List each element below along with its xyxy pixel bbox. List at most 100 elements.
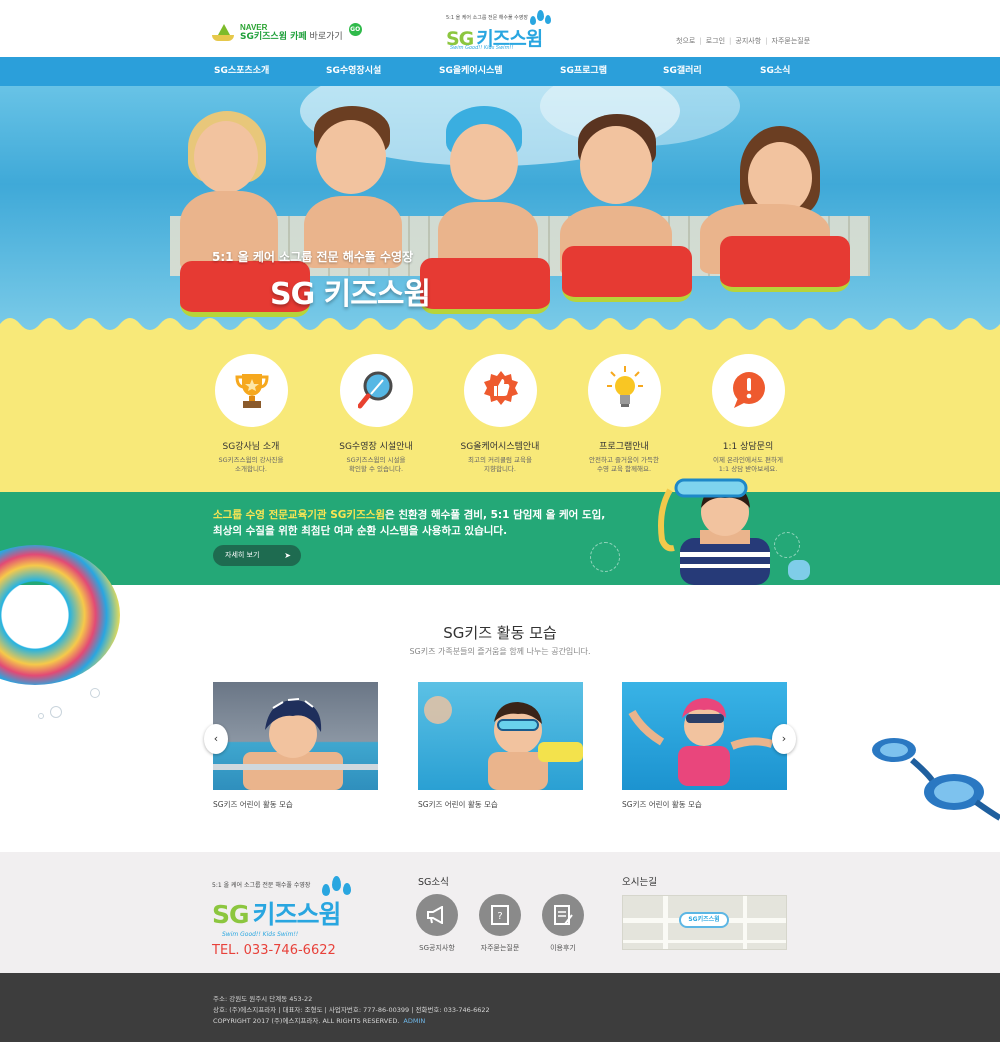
nav-item-sports-intro[interactable]: SG스포츠소개 <box>214 57 269 86</box>
kickboard <box>562 246 692 302</box>
naver-cafe-link[interactable]: NAVER SG키즈스윔 카페 바로가기 GO <box>212 22 362 42</box>
gallery-item[interactable]: SG키즈 어린이 활동 모습 <box>418 682 583 810</box>
boy-snorkel-photo <box>640 470 810 585</box>
footer-copyright: COPYRIGHT 2017 (주)에스지프라자. ALL RIGHTS RES… <box>213 1017 400 1025</box>
nav-item-facility[interactable]: SG수영장시설 <box>326 57 381 86</box>
service-desc: 소개합니다. <box>235 465 267 474</box>
service-desc: SG키즈스윔의 강사진을 <box>218 456 284 464</box>
review-icon <box>554 905 573 925</box>
naver-brand: NAVER <box>240 23 268 32</box>
service-allcare[interactable]: SG올케어시스템안내 최고의 커리큘럼 교육을 지향합니다. <box>445 354 555 474</box>
promo-band: 소그룹 수영 전문교육기관 SG키즈스윔은 친환경 해수풀 겸비, 5:1 담임… <box>0 492 1000 585</box>
lightbulb-icon <box>606 366 643 407</box>
hero-banner: 5:1 올 케어 소그룹 전문 해수풀 수영장 SG 키즈스윔 <box>0 86 1000 332</box>
hero-tagline: 5:1 올 케어 소그룹 전문 해수풀 수영장 <box>212 250 414 264</box>
water-drop-icon <box>528 10 552 26</box>
kid-photo <box>700 126 840 326</box>
goggles-decoration <box>866 732 1000 832</box>
gallery-caption: SG키즈 어린이 활동 모습 <box>622 800 702 809</box>
gallery-next-button[interactable]: › <box>772 724 796 754</box>
gallery-title: SG키즈 활동 모습 <box>443 624 557 642</box>
gallery-prev-button[interactable]: ‹ <box>204 724 228 754</box>
util-link-faq[interactable]: 자주묻는질문 <box>761 37 810 45</box>
footer-info: 5:1 올 케어 소그룹 전문 해수풀 수영장 SG 키즈스윔 Swim Good… <box>0 852 1000 973</box>
more-details-label: 자세히 보기 <box>225 551 260 559</box>
util-link-home[interactable]: 첫으로 <box>676 37 695 45</box>
magnifier-icon <box>357 371 392 409</box>
service-desc: 이제 온라인에서도 편하게 <box>713 456 783 464</box>
nav-item-news[interactable]: SG소식 <box>760 57 790 86</box>
gallery-item[interactable]: SG키즈 어린이 활동 모습 <box>213 682 378 810</box>
footer-company: 상호: (주)에스지프라자 | 대표자: 조형도 | 사업자번호: 777-86… <box>213 1006 490 1014</box>
admin-link[interactable]: ADMIN <box>403 1017 425 1025</box>
service-instructors[interactable]: SG강사님 소개 SG키즈스윔의 강사진을 소개합니다. <box>196 354 306 474</box>
naver-cafe-suffix: 바로가기 <box>306 32 343 42</box>
service-facility[interactable]: SG수영장 시설안내 SG키즈스윔의 시설을 확인할 수 있습니다. <box>321 354 431 474</box>
water-drop-icon <box>320 876 354 898</box>
service-title: SG수영장 시설안내 <box>339 442 413 452</box>
footer-logo-name: 키즈스윔 <box>252 900 342 929</box>
news-link-label: SG공지사항 <box>419 944 455 952</box>
util-link-login[interactable]: 로그인 <box>695 37 725 45</box>
nav-item-allcare[interactable]: SG올케어시스템 <box>439 57 503 86</box>
kickboard <box>420 258 550 314</box>
go-badge[interactable]: GO <box>348 22 362 36</box>
service-consult[interactable]: 1:1 상담문의 이제 온라인에서도 편하게 1:1 상담 받아보세요. <box>693 354 803 474</box>
service-title: 1:1 상담문의 <box>722 442 774 452</box>
service-desc: 지향합니다. <box>484 465 516 474</box>
promo-highlight: 소그룹 수영 전문교육기관 SG키즈스윔 <box>213 509 386 521</box>
thumbs-up-icon <box>483 371 518 405</box>
directions-heading: 오시는길 <box>622 877 657 888</box>
boat-icon <box>212 24 234 42</box>
svg-text:?: ? <box>497 911 502 922</box>
news-link-reviews[interactable]: 이용후기 <box>533 894 593 953</box>
megaphone-icon <box>427 906 443 924</box>
site-logo[interactable]: 5:1 올 케어 소그룹 전문 해수풀 수영장 SG 키즈스윔 Swim Good… <box>446 10 556 52</box>
service-desc: 최고의 커리큘럼 교육을 <box>468 456 532 464</box>
service-program[interactable]: 프로그램안내 안전하고 즐거움이 가득한 수영 교육 함께해요. <box>569 354 679 474</box>
util-link-notice[interactable]: 공지사항 <box>725 37 761 45</box>
news-link-notice[interactable]: SG공지사항 <box>407 894 467 953</box>
service-title: SG강사님 소개 <box>222 442 280 452</box>
footer-logo[interactable]: 5:1 올 케어 소그룹 전문 해수풀 수영장 SG 키즈스윔 Swim Good… <box>212 876 362 958</box>
news-link-label: 이용후기 <box>550 944 576 952</box>
utility-links: 첫으로로그인공지사항자주묻는질문 <box>676 36 810 46</box>
location-map[interactable]: SG키즈스윔 <box>622 895 787 950</box>
promo-line2: 최상의 수질을 위한 최첨단 여과 순환 시스템을 사용하고 있습니다. <box>213 525 508 538</box>
logo-slogan: Swim Good!! Kids Swim!! <box>450 45 514 51</box>
gallery-photo <box>213 682 378 790</box>
footer-logo-sg: SG <box>212 900 250 929</box>
gallery-caption: SG키즈 어린이 활동 모습 <box>213 800 293 809</box>
nav-item-gallery[interactable]: SG갤러리 <box>663 57 702 86</box>
map-marker: SG키즈스윔 <box>679 912 729 928</box>
service-desc: 안전하고 즐거움이 가득한 <box>589 456 659 464</box>
firework-decoration <box>590 542 620 572</box>
service-title: SG올케어시스템안내 <box>460 442 540 452</box>
nav-item-program[interactable]: SG프로그램 <box>560 57 607 86</box>
site-header: NAVER SG키즈스윔 카페 바로가기 GO 5:1 올 케어 소그룹 전문 … <box>0 0 1000 57</box>
news-heading: SG소식 <box>418 877 449 888</box>
more-details-button[interactable]: 자세히 보기 ➤ <box>213 545 301 566</box>
kickboard <box>720 236 850 292</box>
news-link-label: 자주묻는질문 <box>480 944 520 952</box>
gallery-photo <box>418 682 583 790</box>
alert-bubble-icon <box>732 372 765 408</box>
gallery-caption: SG키즈 어린이 활동 모습 <box>418 800 498 809</box>
arrow-right-icon: ➤ <box>284 551 291 560</box>
news-link-faq[interactable]: ? 자주묻는질문 <box>470 894 530 953</box>
service-title: 프로그램안내 <box>599 442 649 452</box>
site-footer: 주소: 강원도 원주시 단계동 453-22 상호: (주)에스지프라자 | 대… <box>0 973 1000 1042</box>
service-desc: 확인할 수 있습니다. <box>348 465 404 474</box>
service-desc: SG키즈스윔의 시설을 <box>346 456 406 464</box>
gallery-subtitle: SG키즈 가족분들의 즐거움을 함께 나누는 공간입니다. <box>409 647 591 656</box>
promo-line1: 은 친환경 해수풀 겸비, 5:1 담임제 올 케어 도입, <box>385 509 606 521</box>
hero-title: SG 키즈스윔 <box>270 277 431 312</box>
footer-address: 주소: 강원도 원주시 단계동 453-22 <box>213 995 313 1003</box>
promo-text: 소그룹 수영 전문교육기관 SG키즈스윔은 친환경 해수풀 겸비, 5:1 담임… <box>213 507 605 540</box>
gallery-item[interactable]: SG키즈 어린이 활동 모습 <box>622 682 787 810</box>
naver-cafe-name: SG키즈스윔 카페 <box>240 32 307 42</box>
services-band: SG강사님 소개 SG키즈스윔의 강사진을 소개합니다. SG수영장 시설안내 S… <box>0 330 1000 492</box>
trophy-icon <box>234 374 269 408</box>
faq-icon: ? <box>491 905 509 925</box>
main-nav: SG스포츠소개 SG수영장시설 SG올케어시스템 SG프로그램 SG갤러리 SG… <box>0 57 1000 86</box>
